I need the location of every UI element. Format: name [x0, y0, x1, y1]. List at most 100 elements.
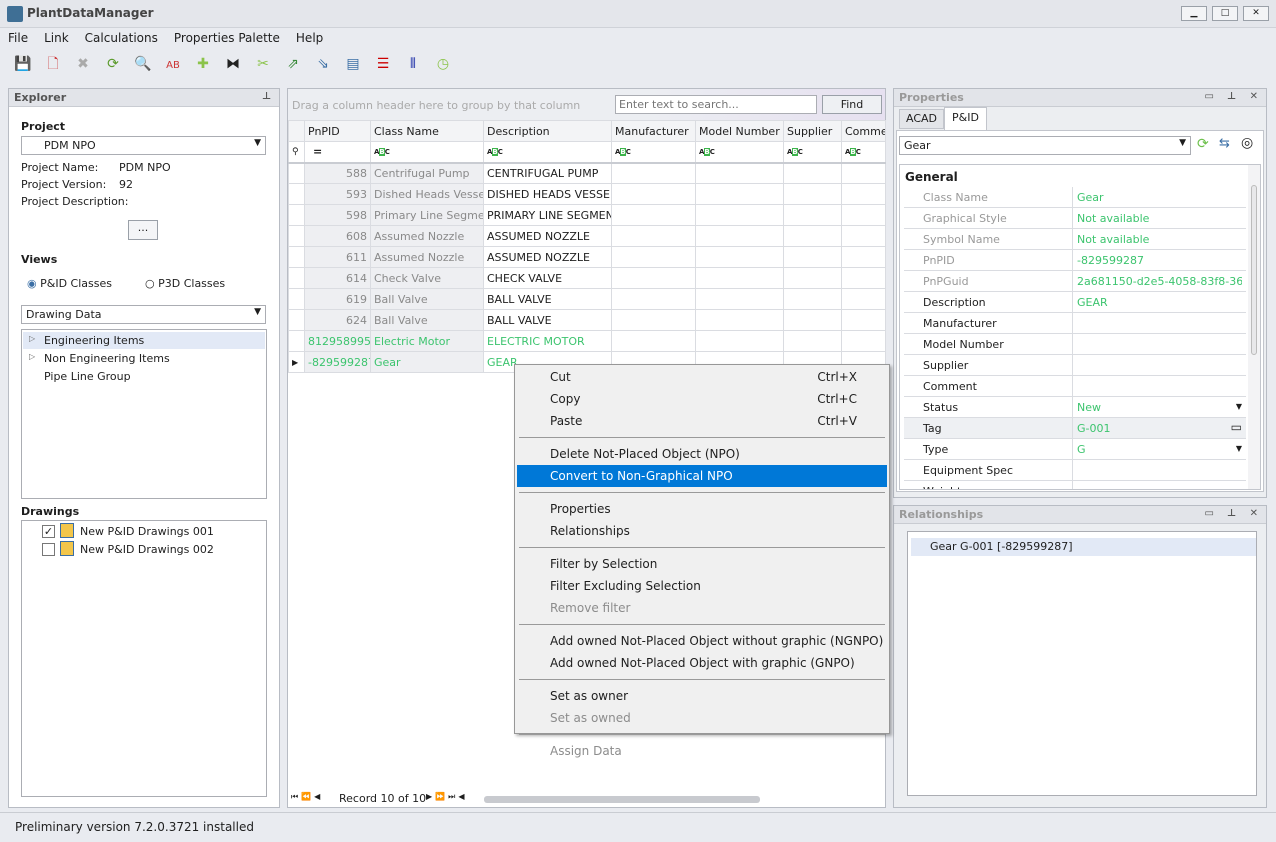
tab-pid[interactable]: P&ID: [944, 107, 987, 130]
property-value[interactable]: Not available: [1077, 233, 1242, 246]
cell-empty[interactable]: [783, 183, 842, 205]
cell-empty[interactable]: [841, 246, 886, 268]
cell-empty[interactable]: [841, 225, 886, 247]
row-indicator[interactable]: ▶: [288, 351, 305, 373]
filter-cell[interactable]: =: [304, 141, 371, 163]
cell-empty[interactable]: [841, 204, 886, 226]
float-icon[interactable]: ▭: [1205, 91, 1214, 102]
cell-class-name[interactable]: Ball Valve: [370, 288, 484, 310]
property-value[interactable]: GEAR: [1077, 296, 1242, 309]
context-menu-item-paste[interactable]: Paste Ctrl+V: [517, 410, 887, 432]
context-menu-item-convert-to-non-graphical-npo[interactable]: Convert to Non-Graphical NPO: [517, 465, 887, 487]
property-row[interactable]: Description GEAR: [904, 292, 1246, 313]
cell-class-name[interactable]: Centrifugal Pump: [370, 162, 484, 184]
column-header-comment[interactable]: Comment: [841, 120, 886, 142]
cell-empty[interactable]: [695, 162, 784, 184]
cell-empty[interactable]: [841, 162, 886, 184]
cell-pnpid[interactable]: 611: [304, 246, 371, 268]
menu-file[interactable]: File: [0, 29, 36, 47]
table-row[interactable]: 588 Centrifugal Pump CENTRIFUGAL PUMP: [288, 162, 886, 184]
cell-description[interactable]: BALL VALVE: [483, 288, 612, 310]
context-menu-item-add-owned-not-placed-object-with-graphic-gnpo[interactable]: Add owned Not-Placed Object with graphic…: [517, 652, 887, 674]
cell-pnpid[interactable]: 593: [304, 183, 371, 205]
property-value[interactable]: Not available: [1077, 212, 1242, 225]
export-icon[interactable]: ⇗: [283, 54, 303, 74]
cell-class-name[interactable]: Dished Heads Vessel: [370, 183, 484, 205]
property-row[interactable]: Tag G-001 ▭: [904, 418, 1246, 439]
expand-arrow-icon[interactable]: ▷: [29, 352, 35, 361]
cell-class-name[interactable]: Assumed Nozzle: [370, 225, 484, 247]
row-indicator[interactable]: [288, 267, 305, 289]
property-row[interactable]: PnPID -829599287: [904, 250, 1246, 271]
row-indicator[interactable]: [288, 204, 305, 226]
cell-class-name[interactable]: Gear: [370, 351, 484, 373]
cell-empty[interactable]: [783, 330, 842, 352]
project-select[interactable]: PDM NPO ▼: [21, 136, 266, 155]
close-document-icon[interactable]: 🗋: [43, 54, 63, 74]
context-menu-item-filter-by-selection[interactable]: Filter by Selection: [517, 553, 887, 575]
property-row[interactable]: Class Name Gear: [904, 187, 1246, 208]
property-value[interactable]: 2a681150-d2e5-4058-83f8-369...: [1077, 275, 1242, 288]
cell-empty[interactable]: [783, 246, 842, 268]
row-indicator[interactable]: [288, 330, 305, 352]
cell-empty[interactable]: [611, 162, 696, 184]
column-header-pnpid[interactable]: PnPID: [304, 120, 371, 142]
cell-empty[interactable]: [841, 183, 886, 205]
tree-item[interactable]: ▷ Engineering Items: [23, 332, 265, 349]
row-indicator[interactable]: [288, 162, 305, 184]
pin-icon[interactable]: ⊥: [1227, 508, 1236, 519]
cell-pnpid[interactable]: -829599287: [304, 351, 371, 373]
cell-empty[interactable]: [611, 309, 696, 331]
cell-empty[interactable]: [841, 288, 886, 310]
cell-empty[interactable]: [611, 204, 696, 226]
cell-description[interactable]: CENTRIFUGAL PUMP: [483, 162, 612, 184]
filter-cell[interactable]: ABC: [841, 141, 886, 163]
column-header-model-number[interactable]: Model Number: [695, 120, 784, 142]
table-layout-icon[interactable]: ▤: [343, 54, 363, 74]
maximize-button[interactable]: □: [1212, 6, 1238, 21]
ellipsis-button-icon[interactable]: ▭: [1231, 420, 1242, 434]
history-icon[interactable]: ◷: [433, 54, 453, 74]
drawing-item[interactable]: New P&ID Drawings 002: [42, 541, 214, 558]
cell-description[interactable]: PRIMARY LINE SEGMENT: [483, 204, 612, 226]
view-select[interactable]: Drawing Data ▼: [21, 305, 266, 324]
table-row[interactable]: 611 Assumed Nozzle ASSUMED NOZZLE: [288, 246, 886, 268]
cell-empty[interactable]: [783, 225, 842, 247]
search-icon[interactable]: 🔍: [133, 54, 153, 74]
property-row[interactable]: Graphical Style Not available: [904, 208, 1246, 229]
cell-empty[interactable]: [783, 162, 842, 184]
scrollbar-thumb[interactable]: [1251, 185, 1257, 355]
cell-class-name[interactable]: Assumed Nozzle: [370, 246, 484, 268]
column-header-manufacturer[interactable]: Manufacturer: [611, 120, 696, 142]
context-menu-item-set-as-owner[interactable]: Set as owner: [517, 685, 887, 707]
filter-cell[interactable]: ABC: [783, 141, 842, 163]
replace-icon[interactable]: AB: [163, 56, 183, 76]
context-menu-item-properties[interactable]: Properties: [517, 498, 887, 520]
close-icon[interactable]: ✕: [1250, 91, 1258, 102]
object-select[interactable]: Gear ▼: [899, 136, 1191, 155]
column-header-description[interactable]: Description: [483, 120, 612, 142]
menu-properties-palette[interactable]: Properties Palette: [166, 29, 288, 47]
context-menu-item-cut[interactable]: Cut Ctrl+X: [517, 366, 887, 388]
save-icon[interactable]: 💾: [13, 54, 33, 74]
cell-empty[interactable]: [611, 225, 696, 247]
cell-empty[interactable]: [695, 225, 784, 247]
filter-cell[interactable]: ABC: [695, 141, 784, 163]
cell-empty[interactable]: [611, 288, 696, 310]
cell-pnpid[interactable]: 614: [304, 267, 371, 289]
cell-pnpid[interactable]: 598: [304, 204, 371, 226]
table-row[interactable]: 598Primary Line SegmentPRIMARY LINE SEGM…: [288, 204, 886, 226]
property-row[interactable]: Model Number: [904, 334, 1246, 355]
filter-cell[interactable]: ABC: [370, 141, 484, 163]
close-button[interactable]: ✕: [1243, 6, 1269, 21]
cell-empty[interactable]: [611, 267, 696, 289]
cell-empty[interactable]: [783, 309, 842, 331]
refresh-icon[interactable]: ⟳: [1197, 136, 1209, 152]
vertical-scrollbar[interactable]: [1248, 165, 1260, 489]
nav-next-last-icons[interactable]: ▶⏩⏭◀: [426, 792, 467, 802]
cell-empty[interactable]: [695, 183, 784, 205]
property-value[interactable]: G: [1077, 443, 1242, 456]
context-menu-item-filter-excluding-selection[interactable]: Filter Excluding Selection: [517, 575, 887, 597]
cell-empty[interactable]: [841, 309, 886, 331]
minimize-button[interactable]: ▁: [1181, 6, 1207, 21]
